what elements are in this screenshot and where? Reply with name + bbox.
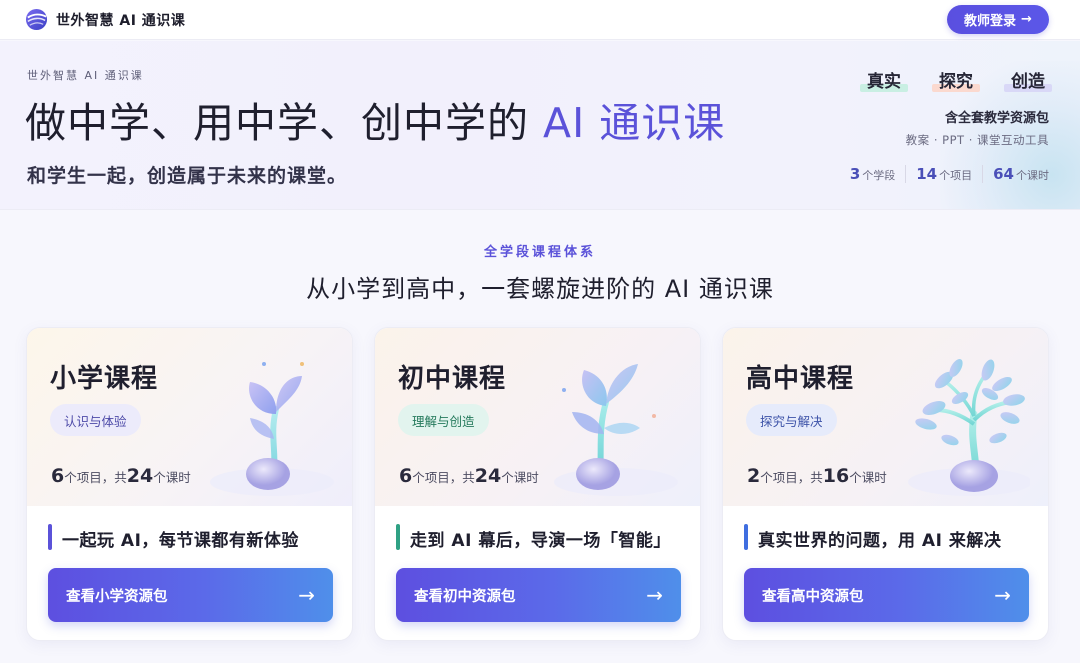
section-kicker: 全学段课程体系: [483, 245, 596, 260]
card-stats: 6 个项目，共 24 个课时: [399, 465, 539, 487]
card-title: 小学课程: [50, 364, 159, 394]
hero-kicker: 世外智慧 AI 通识课: [27, 69, 144, 82]
hero-tag-create: 创造: [1004, 67, 1052, 92]
tagline-accent-bar: [48, 524, 52, 550]
resource-pack-items: 教案 · PPT · 课堂互动工具: [905, 133, 1049, 147]
sprout-illustration-icon: [210, 362, 334, 496]
course-card-middle: 初中课程 理解与创造 6 个项目，共 24 个课时 走到 AI 幕后，导演一场「智能」…: [374, 327, 701, 641]
resource-pack-title: 含全套教学资源包: [944, 111, 1049, 126]
button-label: 查看高中资源包: [762, 588, 864, 605]
course-card-primary: 小学课程 认识与体验 6 个项目，共 24 个课时 一起玩 AI，每节课都有新体验 查…: [26, 327, 353, 641]
sprout-illustration-icon: [554, 364, 678, 496]
card-stats: 2 个项目，共 16 个课时: [747, 465, 887, 487]
arrow-right-icon: →: [994, 583, 1011, 607]
hero-tag-real: 真实: [860, 67, 908, 92]
tagline-accent-bar: [396, 524, 400, 550]
card-badge: 认识与体验: [50, 404, 141, 436]
button-label: 查看初中资源包: [414, 588, 516, 605]
hero-title: 做中学、用中学、创中学的 AI 通识课: [25, 89, 725, 149]
stat-projects: 14 个项目: [905, 165, 982, 183]
view-middle-pack-button[interactable]: 查看初中资源包 →: [396, 568, 681, 622]
brand[interactable]: 世外智慧 AI 通识课: [25, 8, 185, 31]
hero-banner: 世外智慧 AI 通识课 做中学、用中学、创中学的 AI 通识课 和学生一起，创造…: [0, 41, 1080, 210]
button-label: 查看小学资源包: [66, 588, 168, 605]
view-primary-pack-button[interactable]: 查看小学资源包 →: [48, 568, 333, 622]
brand-logo-icon: [25, 8, 48, 31]
view-high-pack-button[interactable]: 查看高中资源包 →: [744, 568, 1029, 622]
stat-stages: 3 个学段: [849, 165, 896, 183]
arrow-right-icon: →: [1021, 12, 1032, 27]
teacher-login-label: 教师登录: [964, 14, 1017, 29]
card-title: 高中课程: [746, 364, 855, 394]
tagline-accent-bar: [744, 524, 748, 550]
card-title: 初中课程: [398, 364, 507, 394]
hero-title-accent: AI 通识课: [543, 99, 726, 147]
card-tagline: 一起玩 AI，每节课都有新体验: [62, 531, 299, 551]
stat-lessons: 64 个课时: [982, 165, 1049, 183]
hero-subtitle: 和学生一起，创造属于未来的课堂。: [27, 165, 348, 187]
teacher-login-button[interactable]: 教师登录 →: [947, 5, 1049, 34]
card-badge: 理解与创造: [398, 404, 489, 436]
brand-name: 世外智慧 AI 通识课: [56, 12, 186, 29]
card-tagline: 走到 AI 幕后，导演一场「智能」: [410, 531, 671, 551]
hero-tag-explore: 探究: [932, 67, 980, 92]
section-title: 从小学到高中，一套螺旋进阶的 AI 通识课: [306, 275, 774, 303]
card-tagline: 真实世界的问题，用 AI 来解决: [758, 531, 1002, 551]
top-navigation-bar: 世外智慧 AI 通识课 教师登录 →: [0, 0, 1080, 40]
hero-tags: 真实 探究 创造: [860, 67, 1052, 92]
course-card-high: 高中课程 探究与解决 2 个项目，共 16 个课时 真实世界的问题，用 AI 来解决 …: [722, 327, 1049, 641]
hero-title-main: 做中学、用中学、创中学的: [25, 99, 544, 147]
arrow-right-icon: →: [646, 583, 663, 607]
tree-illustration-icon: [908, 358, 1030, 496]
arrow-right-icon: →: [298, 583, 315, 607]
card-badge: 探究与解决: [746, 404, 837, 436]
hero-stats: 3 个学段 14 个项目 64 个课时: [840, 165, 1049, 183]
card-stats: 6 个项目，共 24 个课时: [51, 465, 191, 487]
